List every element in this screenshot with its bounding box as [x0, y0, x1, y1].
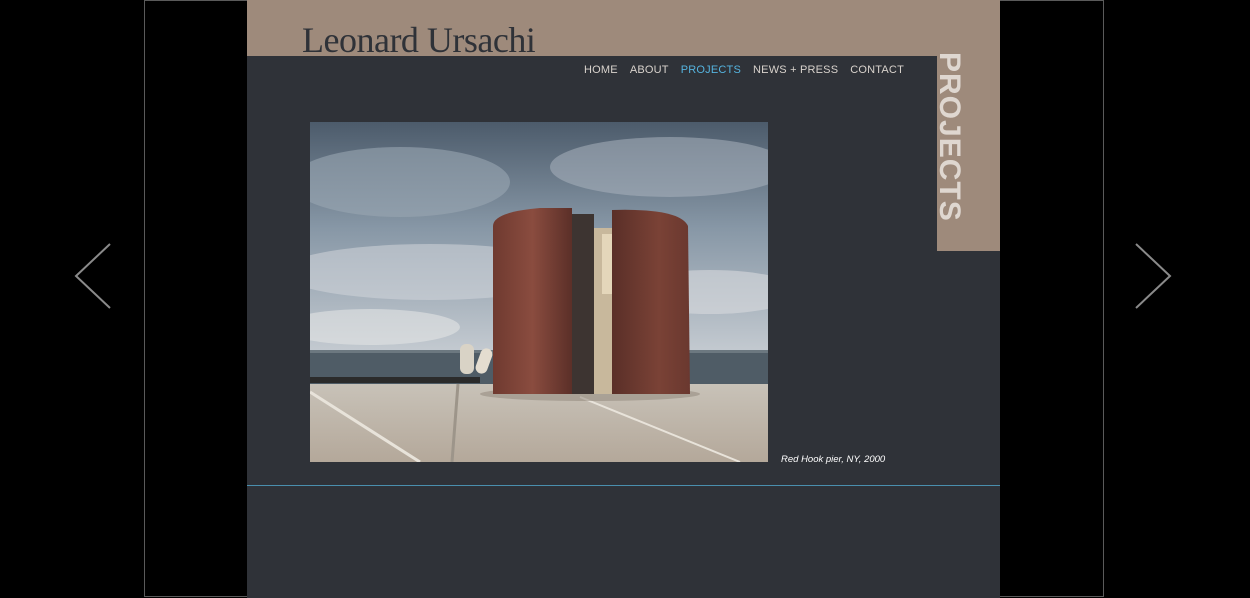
- chevron-right-icon[interactable]: [1130, 240, 1176, 317]
- section-label: PROJECTS: [933, 52, 966, 222]
- nav-news-press[interactable]: NEWS + PRESS: [753, 64, 838, 76]
- nav-about[interactable]: ABOUT: [630, 64, 669, 76]
- nav-projects[interactable]: PROJECTS: [681, 64, 741, 76]
- main-nav: HOME ABOUT PROJECTS NEWS + PRESS CONTACT: [584, 64, 904, 76]
- project-photo: [310, 122, 768, 462]
- divider: [247, 485, 1000, 486]
- chevron-left-icon[interactable]: [70, 240, 116, 317]
- site-title[interactable]: Leonard Ursachi: [302, 20, 535, 56]
- header-band: Leonard Ursachi: [247, 0, 1000, 56]
- site-page: Leonard Ursachi HOME ABOUT PROJECTS NEWS…: [247, 0, 1000, 598]
- nav-home[interactable]: HOME: [584, 64, 618, 76]
- section-tab: PROJECTS: [933, 52, 1000, 251]
- photo-caption: Red Hook pier, NY, 2000: [781, 454, 886, 465]
- nav-contact[interactable]: CONTACT: [850, 64, 904, 76]
